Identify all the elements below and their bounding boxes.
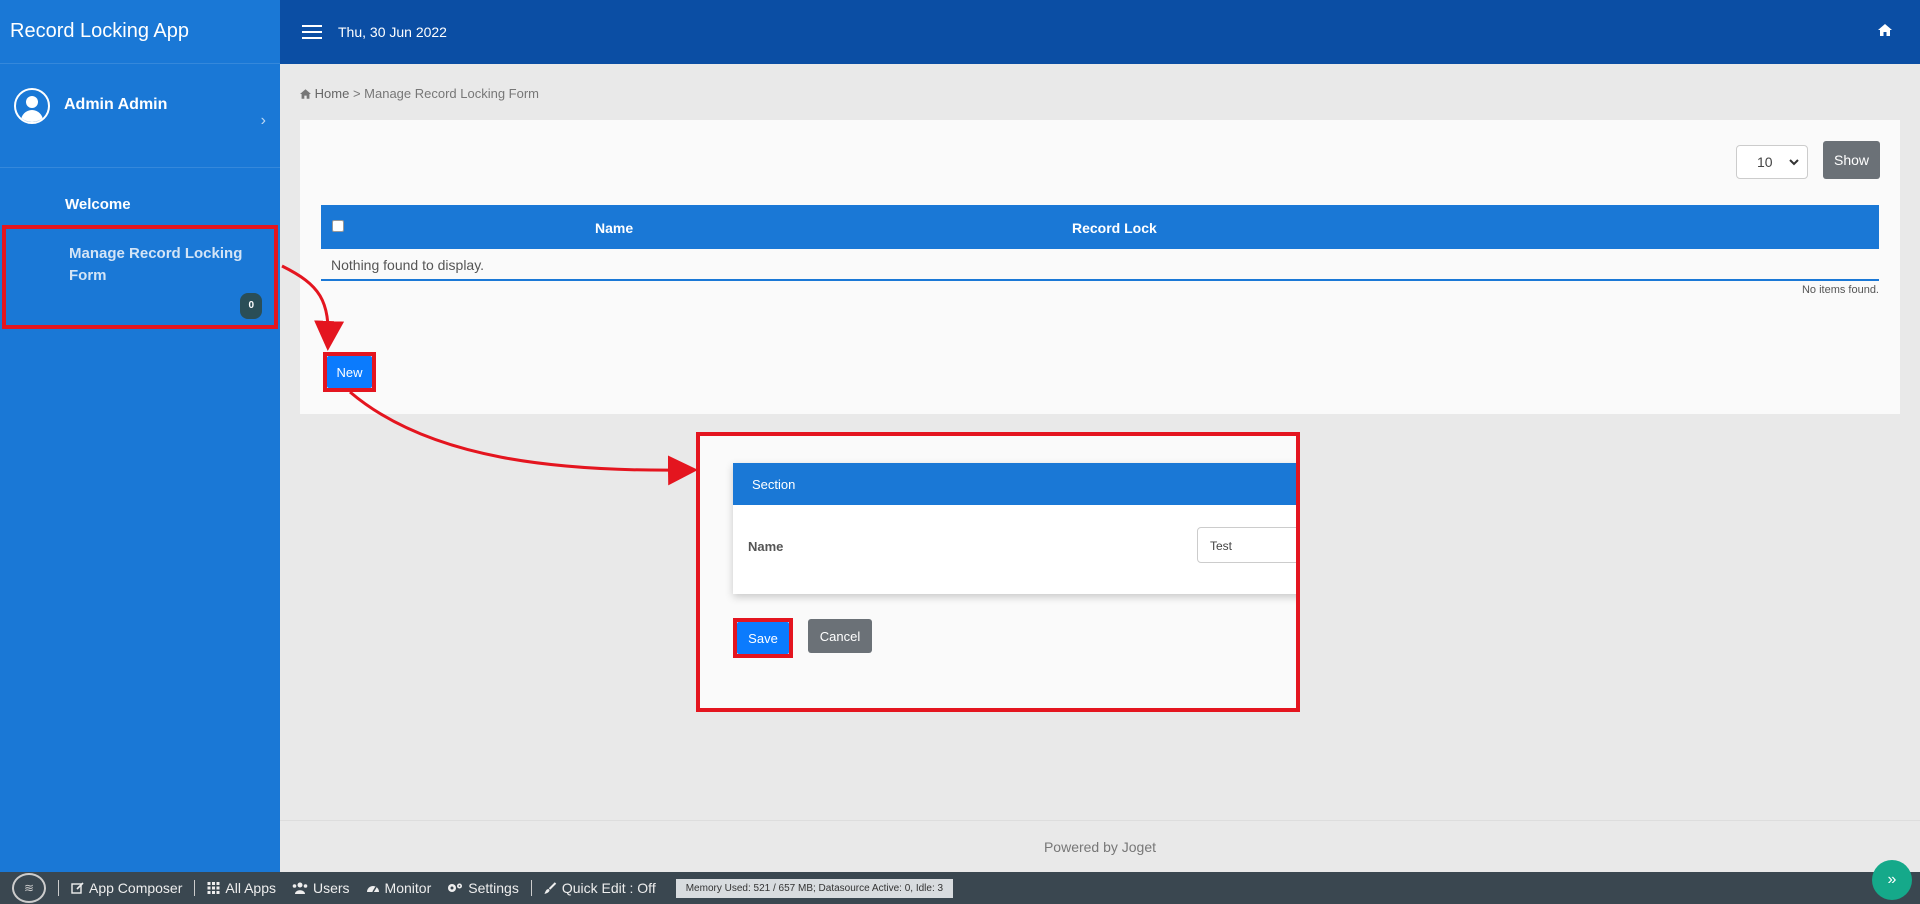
chevron-down-icon <box>1789 158 1799 165</box>
no-items-text: No items found. <box>1801 284 1879 296</box>
section-title: Section <box>733 463 1296 505</box>
breadcrumb-home[interactable]: Home <box>300 86 353 101</box>
users-label: Users <box>312 880 350 896</box>
form-section: Section Name Test <box>733 463 1296 594</box>
quick-edit-toggle[interactable]: Quick Edit : Off <box>544 880 656 896</box>
current-date: Thu, 30 Jun 2022 <box>338 24 447 40</box>
help-chat-icon[interactable]: » <box>1872 860 1912 900</box>
form-preview-highlight: Section Name Test Save Cancel <box>696 432 1300 712</box>
chevron-right-icon: › <box>260 112 266 129</box>
sidebar-item-manage-record-locking-form[interactable]: Manage Record Locking Form 0 <box>2 225 278 329</box>
all-apps-link[interactable]: All Apps <box>207 880 276 896</box>
top-bar: Thu, 30 Jun 2022 <box>280 0 1920 64</box>
page-size-value: 10 <box>1757 154 1773 170</box>
user-avatar-icon <box>14 87 50 124</box>
home-icon[interactable] <box>1878 24 1892 36</box>
user-name: Admin Admin <box>64 95 168 113</box>
empty-message: Nothing found to display. <box>321 249 1879 281</box>
save-button[interactable]: Save <box>737 622 789 654</box>
sidebar: Record Locking App Admin Admin › Welcome… <box>0 0 280 872</box>
joget-logo-icon[interactable]: ≋ <box>12 873 46 903</box>
breadcrumb: Home > Manage Record Locking Form <box>300 86 539 101</box>
brush-icon <box>544 882 557 894</box>
new-button[interactable]: New <box>327 356 372 388</box>
name-field-label: Name <box>748 539 784 554</box>
column-header-record-lock[interactable]: Record Lock <box>1072 220 1157 236</box>
show-button[interactable]: Show <box>1823 141 1880 179</box>
footer: Powered by Joget <box>280 820 1920 872</box>
breadcrumb-home-label: Home <box>314 86 350 101</box>
users-icon <box>292 882 308 894</box>
home-icon <box>300 89 311 99</box>
users-link[interactable]: Users <box>292 880 350 896</box>
admin-bar: ≋ App Composer All Apps Users Monitor Se… <box>0 872 1920 904</box>
app-composer-label: App Composer <box>89 880 183 896</box>
app-composer-link[interactable]: App Composer <box>71 880 182 896</box>
user-profile[interactable]: Admin Admin › <box>0 64 280 168</box>
count-badge: 0 <box>240 293 262 319</box>
sidebar-item-welcome[interactable]: Welcome <box>0 188 280 221</box>
list-panel: 10 Show Name Record Lock Nothing found t… <box>300 120 1900 414</box>
sidebar-item-label: Manage Record Locking Form <box>69 245 243 284</box>
dashboard-icon <box>366 886 379 893</box>
all-apps-label: All Apps <box>225 880 276 896</box>
breadcrumb-separator: > <box>352 86 361 101</box>
app-title[interactable]: Record Locking App <box>0 0 280 64</box>
cancel-button[interactable]: Cancel <box>808 619 872 653</box>
quick-edit-label: Quick Edit : Off <box>561 880 656 896</box>
sidebar-nav: Welcome Manage Record Locking Form 0 <box>0 168 280 329</box>
grid-icon <box>207 882 220 894</box>
gear-icon <box>448 883 463 892</box>
memory-status: Memory Used: 521 / 657 MB; Datasource Ac… <box>675 878 954 898</box>
name-field[interactable]: Test <box>1197 527 1296 563</box>
menu-toggle-icon[interactable] <box>302 25 322 39</box>
page-size-select[interactable]: 10 <box>1736 145 1808 179</box>
select-all-checkbox[interactable] <box>332 220 344 232</box>
edit-icon <box>71 882 84 894</box>
column-header-name[interactable]: Name <box>595 220 633 236</box>
monitor-label: Monitor <box>384 880 432 896</box>
table-header: Name Record Lock <box>321 205 1879 249</box>
settings-link[interactable]: Settings <box>447 880 519 896</box>
settings-label: Settings <box>468 880 519 896</box>
breadcrumb-current: Manage Record Locking Form <box>364 86 540 101</box>
monitor-link[interactable]: Monitor <box>366 880 432 896</box>
